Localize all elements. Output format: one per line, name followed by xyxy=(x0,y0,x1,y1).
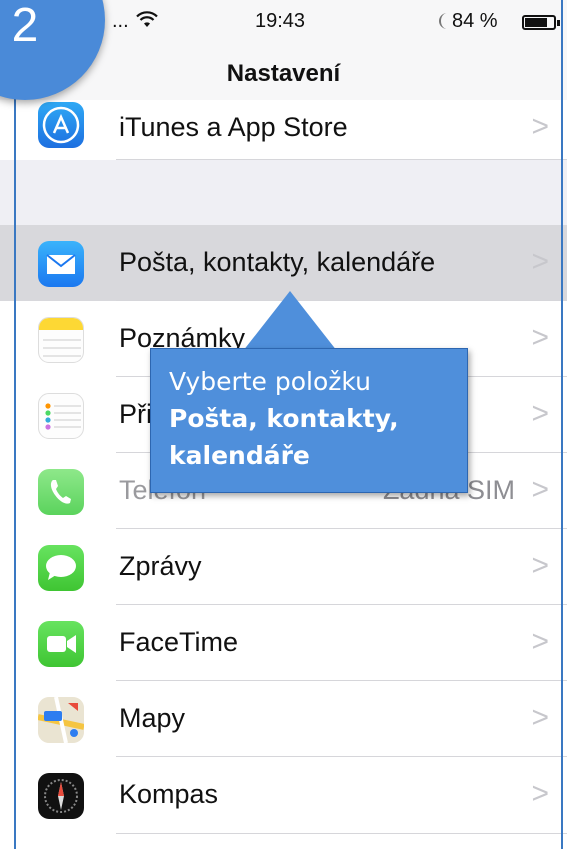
chevron-right-icon: > xyxy=(531,549,549,582)
settings-row-compass[interactable]: Kompas > xyxy=(0,757,567,849)
settings-row-mail[interactable]: Pošta, kontakty, kalendáře > xyxy=(0,225,567,301)
settings-row-itunes[interactable]: iTunes a App Store > xyxy=(0,100,567,160)
chevron-right-icon: > xyxy=(531,321,549,354)
battery-percent: 84 % xyxy=(452,10,498,32)
mail-icon xyxy=(38,241,84,287)
chevron-right-icon: > xyxy=(531,245,549,278)
settings-row-label: Zprávy xyxy=(119,551,202,581)
app-store-icon xyxy=(38,102,84,148)
clock: 19:43 xyxy=(255,10,306,32)
facetime-icon xyxy=(38,621,84,667)
settings-row-facetime[interactable]: FaceTime > xyxy=(0,605,567,681)
callout-pointer xyxy=(243,291,337,351)
chevron-right-icon: > xyxy=(531,473,549,506)
section-gap xyxy=(0,160,567,225)
chevron-right-icon: > xyxy=(531,110,549,143)
callout-text: Vyberte položku xyxy=(169,367,371,396)
chevron-right-icon: > xyxy=(531,701,549,734)
settings-row-maps[interactable]: Mapy > xyxy=(0,681,567,757)
settings-row-label: Kompas xyxy=(119,779,219,809)
callout-emphasis: Pošta, kontakty, kalendáře xyxy=(169,404,399,470)
step-number: 2 xyxy=(11,0,39,52)
battery-level xyxy=(525,18,547,27)
compass-icon xyxy=(38,773,84,819)
wifi-icon xyxy=(136,11,158,34)
messages-icon xyxy=(38,545,84,591)
reminders-icon xyxy=(38,393,84,439)
battery-icon xyxy=(522,15,560,30)
settings-row-label: iTunes a App Store xyxy=(119,112,348,142)
chevron-right-icon: > xyxy=(531,625,549,658)
settings-row-label: Mapy xyxy=(119,703,186,733)
chevron-right-icon: > xyxy=(531,397,549,430)
settings-row-messages[interactable]: Zprávy > xyxy=(0,529,567,605)
notes-icon xyxy=(38,317,84,363)
moon-icon xyxy=(437,12,449,35)
settings-row-label: FaceTime xyxy=(119,627,239,657)
settings-screen: ... 19:43 84 % Nastavení iTunes a App St… xyxy=(0,0,567,849)
signal-indicator: ... xyxy=(112,10,129,32)
maps-icon xyxy=(38,697,84,743)
phone-icon xyxy=(38,469,84,515)
settings-row-label: Pošta, kontakty, kalendáře xyxy=(119,247,436,277)
chevron-right-icon: > xyxy=(531,777,549,810)
instruction-callout: Vyberte položku Pošta, kontakty, kalendá… xyxy=(150,348,468,493)
